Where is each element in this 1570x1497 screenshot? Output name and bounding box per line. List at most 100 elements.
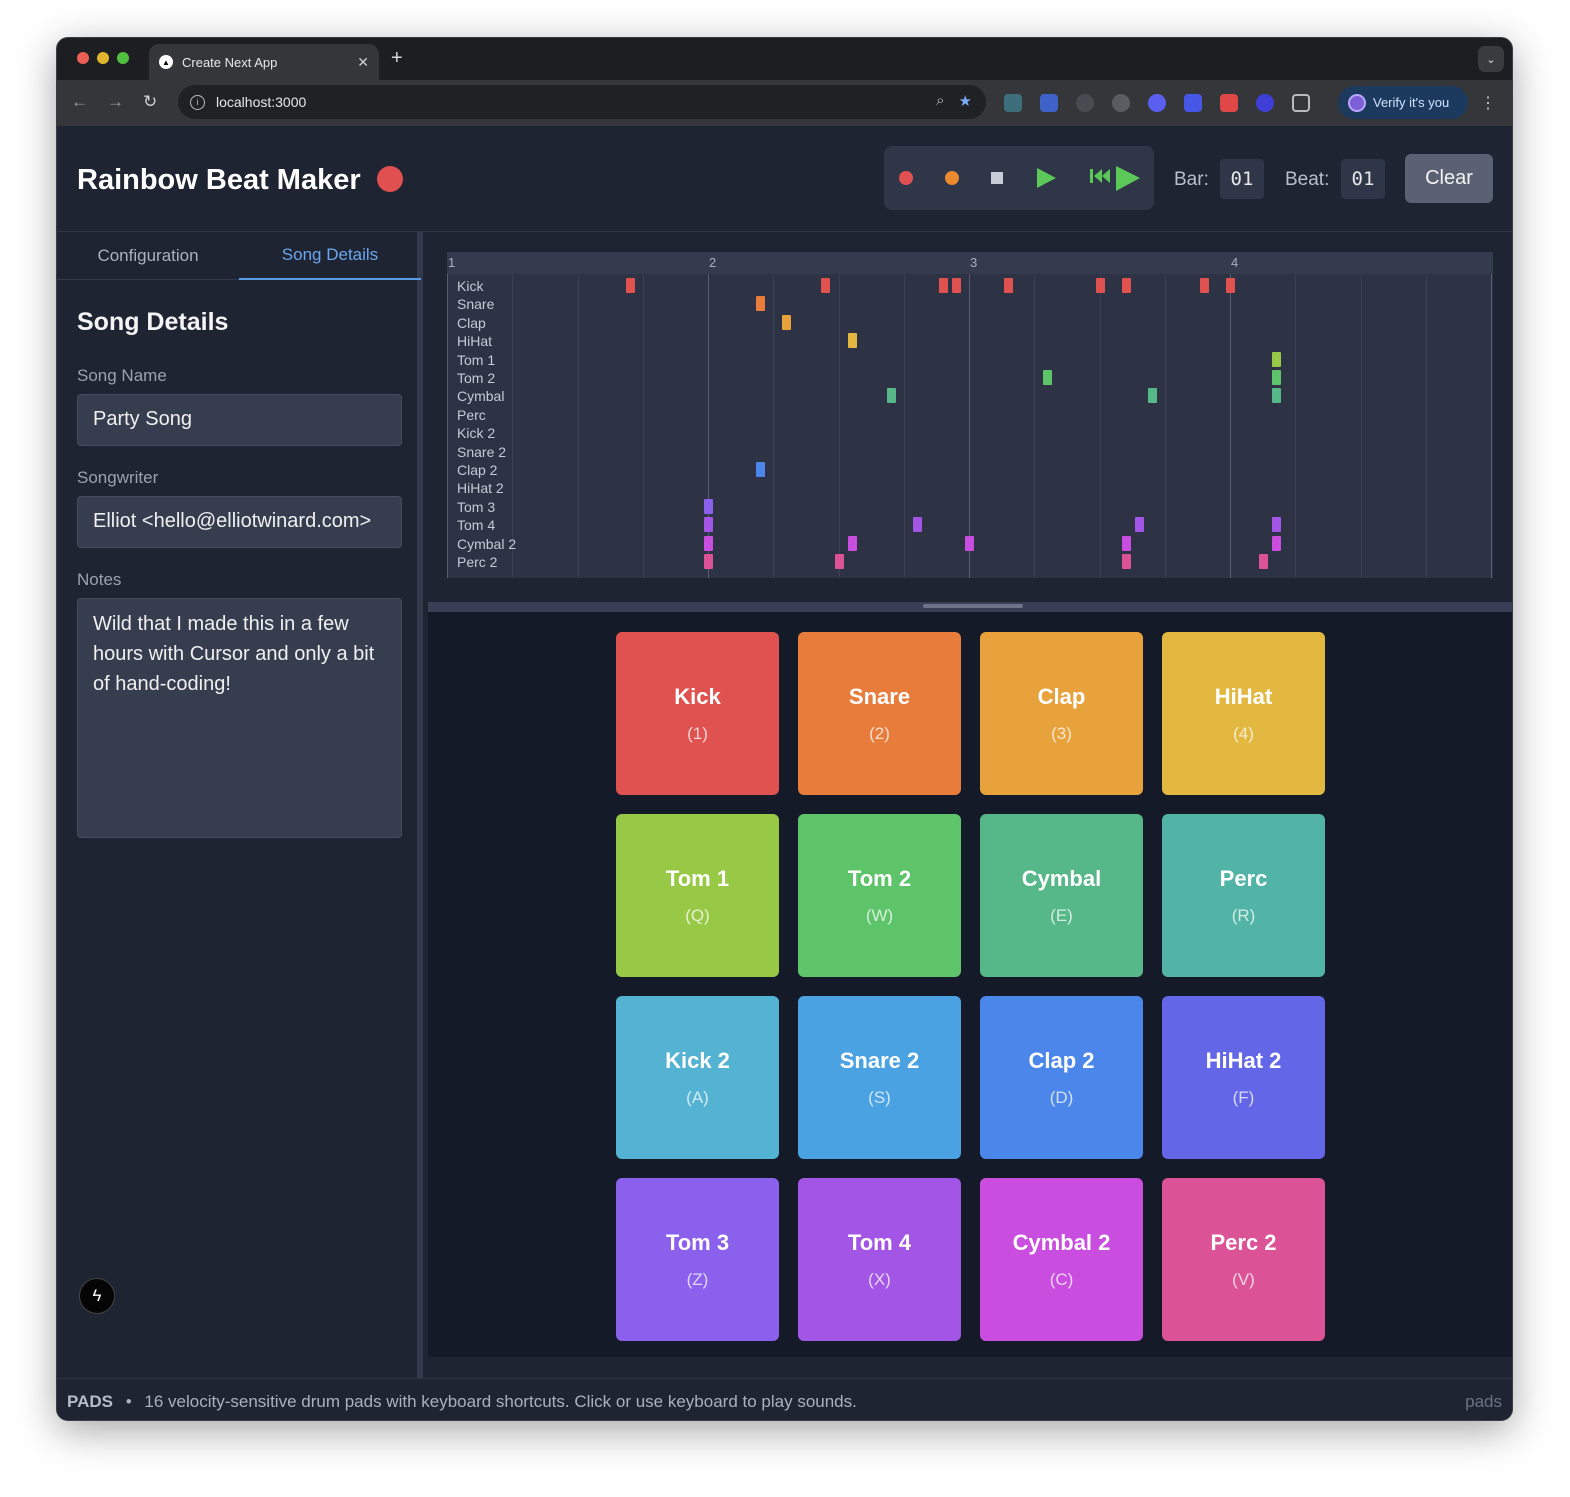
songwriter-label: Songwriter xyxy=(77,468,159,487)
timeline-note[interactable] xyxy=(847,535,857,551)
panel-resize-divider[interactable] xyxy=(428,602,1512,612)
timeline-note[interactable] xyxy=(821,278,831,293)
overdub-icon[interactable] xyxy=(944,166,960,190)
drum-pad[interactable]: Snare (2) xyxy=(798,632,961,795)
timeline-note[interactable] xyxy=(704,517,713,533)
browser-tab[interactable]: ▲ Create Next App ✕ xyxy=(149,44,379,80)
drum-pad[interactable]: Cymbal 2 (C) xyxy=(980,1178,1143,1341)
extension-shield-icon[interactable] xyxy=(1184,94,1202,112)
drum-pad[interactable]: Cymbal (E) xyxy=(980,814,1143,977)
drum-pad[interactable]: Tom 4 (X) xyxy=(798,1178,961,1341)
timeline-note[interactable] xyxy=(1271,388,1281,404)
zoom-icon[interactable]: ⌕ xyxy=(936,92,944,110)
extension-link-icon[interactable] xyxy=(1076,94,1094,112)
drum-pad[interactable]: HiHat (4) xyxy=(1162,632,1325,795)
drum-pad[interactable]: Kick (1) xyxy=(616,632,779,795)
timeline-row-label: Perc 2 xyxy=(457,554,498,570)
timeline-note[interactable] xyxy=(1271,370,1281,385)
timeline-note[interactable] xyxy=(1134,517,1144,533)
bookmark-star-icon[interactable]: ★ xyxy=(959,92,972,110)
timeline-note[interactable] xyxy=(1121,278,1131,293)
timeline-note[interactable] xyxy=(1199,278,1209,293)
timeline-note[interactable] xyxy=(1226,278,1235,293)
timeline-note[interactable] xyxy=(1121,554,1131,569)
tab-configuration[interactable]: Configuration xyxy=(57,232,239,280)
timeline-grid[interactable]: 1 2 3 4 Kick Snare Clap HiHat Tom 1 Tom 2 Cymbal Pe… xyxy=(447,252,1493,578)
browser-menu-icon[interactable]: ⋮ xyxy=(1480,93,1496,113)
nextjs-dev-tools-icon[interactable]: ϟ xyxy=(79,1278,115,1314)
extension-red-icon[interactable] xyxy=(1220,94,1238,112)
timeline-note[interactable] xyxy=(756,296,766,312)
maximize-window-button[interactable] xyxy=(117,52,129,64)
timeline-note[interactable] xyxy=(782,314,792,330)
pad-name: Clap xyxy=(1037,683,1086,709)
extension-badge-icon[interactable] xyxy=(1040,94,1058,112)
timeline-note[interactable] xyxy=(938,278,948,293)
song-name-field[interactable]: Party Song xyxy=(77,394,402,446)
drum-pad[interactable]: Perc (R) xyxy=(1162,814,1325,977)
close-window-button[interactable] xyxy=(77,52,89,64)
timeline-note[interactable] xyxy=(1121,535,1131,551)
pad-name: HiHat 2 xyxy=(1205,1047,1282,1073)
minimize-window-button[interactable] xyxy=(97,52,109,64)
songwriter-field[interactable]: Elliot <hello@elliotwinard.com> xyxy=(77,496,402,548)
timeline-note[interactable] xyxy=(951,278,961,293)
timeline-note[interactable] xyxy=(1258,554,1268,569)
app-header: Rainbow Beat Maker Bar: 01 Beat: 01 Clea… xyxy=(57,126,1512,232)
drum-pad[interactable]: Tom 3 (Z) xyxy=(616,1178,779,1341)
new-tab-button[interactable]: + xyxy=(391,47,403,70)
timeline-note[interactable] xyxy=(704,535,713,551)
reload-icon[interactable]: ↻ xyxy=(143,92,157,112)
drum-pad[interactable]: Clap 2 (D) xyxy=(980,996,1143,1159)
timeline-note[interactable] xyxy=(704,554,713,569)
drum-pad[interactable]: Clap (3) xyxy=(980,632,1143,795)
timeline-note[interactable] xyxy=(912,517,922,533)
timeline-note[interactable] xyxy=(756,462,766,477)
timeline-note[interactable] xyxy=(886,388,896,404)
extension-react-icon[interactable] xyxy=(1004,94,1022,112)
stop-icon[interactable] xyxy=(989,166,1005,190)
timeline-note[interactable] xyxy=(1271,535,1281,551)
notes-textarea[interactable]: Wild that I made this in a few hours wit… xyxy=(77,598,402,838)
timeline-note[interactable] xyxy=(625,278,635,293)
site-info-icon[interactable]: i xyxy=(190,94,205,110)
tab-search-icon[interactable]: ⌄ xyxy=(1478,46,1504,72)
timeline-note[interactable] xyxy=(1095,278,1105,293)
drum-pad[interactable]: Kick 2 (A) xyxy=(616,996,779,1159)
timeline-note[interactable] xyxy=(1043,370,1053,385)
timeline-note[interactable] xyxy=(847,333,857,349)
timeline-note[interactable] xyxy=(965,535,974,551)
extensions-puzzle-icon[interactable] xyxy=(1292,94,1310,112)
verify-profile-button[interactable]: Verify it's you xyxy=(1338,86,1468,119)
drum-pad[interactable]: Snare 2 (S) xyxy=(798,996,961,1159)
extension-globe-icon[interactable] xyxy=(1112,94,1130,112)
footer-mode-label: pads xyxy=(1465,1392,1502,1411)
timeline-note[interactable] xyxy=(1271,351,1281,367)
play-icon[interactable] xyxy=(1034,166,1058,190)
footer-mode: PADS xyxy=(67,1392,113,1411)
drum-pad[interactable]: Tom 2 (W) xyxy=(798,814,961,977)
clear-button[interactable]: Clear xyxy=(1405,154,1493,203)
timeline-note[interactable] xyxy=(1004,278,1014,293)
drum-pad[interactable]: Perc 2 (V) xyxy=(1162,1178,1325,1341)
record-icon[interactable] xyxy=(898,166,914,190)
timeline-gridline xyxy=(1230,252,1231,578)
pad-shortcut: (Z) xyxy=(686,1269,709,1289)
timeline-note[interactable] xyxy=(1147,388,1157,404)
drum-pad[interactable]: HiHat 2 (F) xyxy=(1162,996,1325,1159)
extension-blue-icon[interactable] xyxy=(1256,94,1274,112)
extension-gear-icon[interactable] xyxy=(1148,94,1166,112)
timeline-note[interactable] xyxy=(1271,517,1281,533)
tab-close-icon[interactable]: ✕ xyxy=(357,54,369,71)
tab-song-details[interactable]: Song Details xyxy=(239,232,421,280)
forward-icon[interactable]: → xyxy=(107,92,124,112)
rewind-play-icon[interactable] xyxy=(1088,164,1140,194)
drum-pad[interactable]: Tom 1 (Q) xyxy=(616,814,779,977)
resize-handle[interactable] xyxy=(923,604,1023,608)
timeline-gridline xyxy=(1425,252,1427,578)
profile-avatar-icon xyxy=(1348,93,1366,112)
timeline-note[interactable] xyxy=(704,498,713,514)
timeline-note[interactable] xyxy=(834,554,844,569)
back-icon[interactable]: ← xyxy=(71,92,88,112)
address-bar[interactable]: i localhost:3000 ⌕ ★ xyxy=(178,85,986,119)
